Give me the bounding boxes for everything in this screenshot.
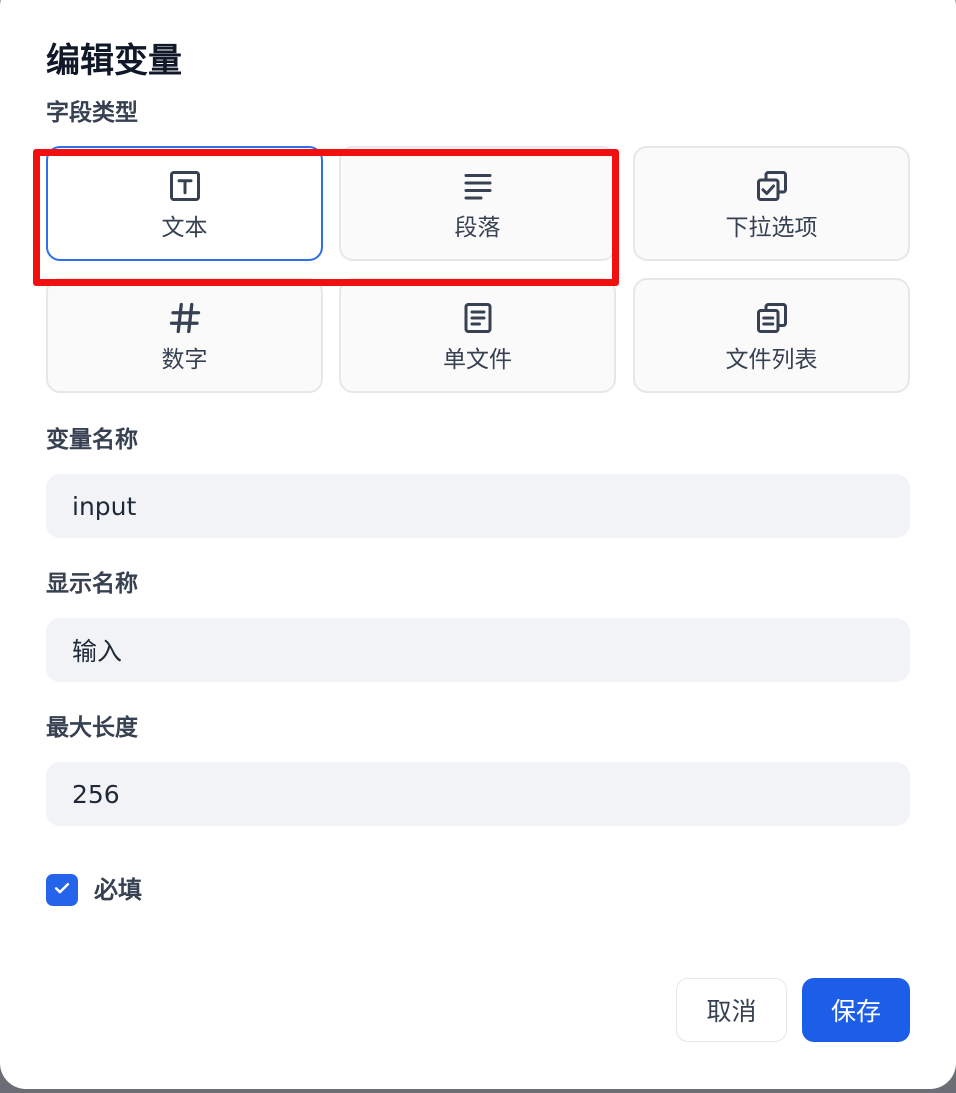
dialog-title: 编辑变量	[46, 41, 182, 81]
field-type-select-label: 下拉选项	[725, 215, 818, 241]
field-type-file-list-label: 文件列表	[725, 347, 818, 373]
save-button[interactable]: 保存	[802, 978, 910, 1042]
field-type-number-label: 数字	[161, 347, 208, 373]
field-type-text[interactable]: 文本	[46, 146, 323, 261]
cancel-button[interactable]: 取消	[676, 978, 787, 1042]
field-type-file[interactable]: 单文件	[339, 278, 616, 393]
required-label: 必填	[94, 876, 142, 904]
display-name-label: 显示名称	[46, 571, 138, 597]
field-type-file-list[interactable]: 文件列表	[633, 278, 910, 393]
max-length-label: 最大长度	[46, 715, 138, 741]
paragraph-icon	[458, 166, 498, 206]
variable-name-input[interactable]	[46, 474, 910, 538]
hash-icon	[165, 298, 205, 338]
field-type-text-label: 文本	[161, 215, 208, 241]
required-checkbox[interactable]	[46, 874, 78, 906]
edit-variable-dialog: 编辑变量 字段类型 文本 段落 下拉选项 数字 单文件 文件列表 变量名称 in…	[0, 0, 956, 1089]
field-type-label: 字段类型	[46, 100, 138, 126]
field-type-number[interactable]: 数字	[46, 278, 323, 393]
field-type-paragraph-label: 段落	[454, 215, 501, 241]
display-name-input[interactable]	[46, 618, 910, 682]
file-list-icon	[752, 298, 792, 338]
variable-name-label: 变量名称	[46, 427, 138, 453]
select-icon	[752, 166, 792, 206]
field-type-paragraph[interactable]: 段落	[339, 146, 616, 261]
file-icon	[458, 298, 498, 338]
text-icon	[165, 166, 205, 206]
check-icon	[52, 878, 72, 902]
max-length-input[interactable]	[46, 762, 910, 826]
field-type-file-label: 单文件	[443, 347, 512, 373]
field-type-select[interactable]: 下拉选项	[633, 146, 910, 261]
